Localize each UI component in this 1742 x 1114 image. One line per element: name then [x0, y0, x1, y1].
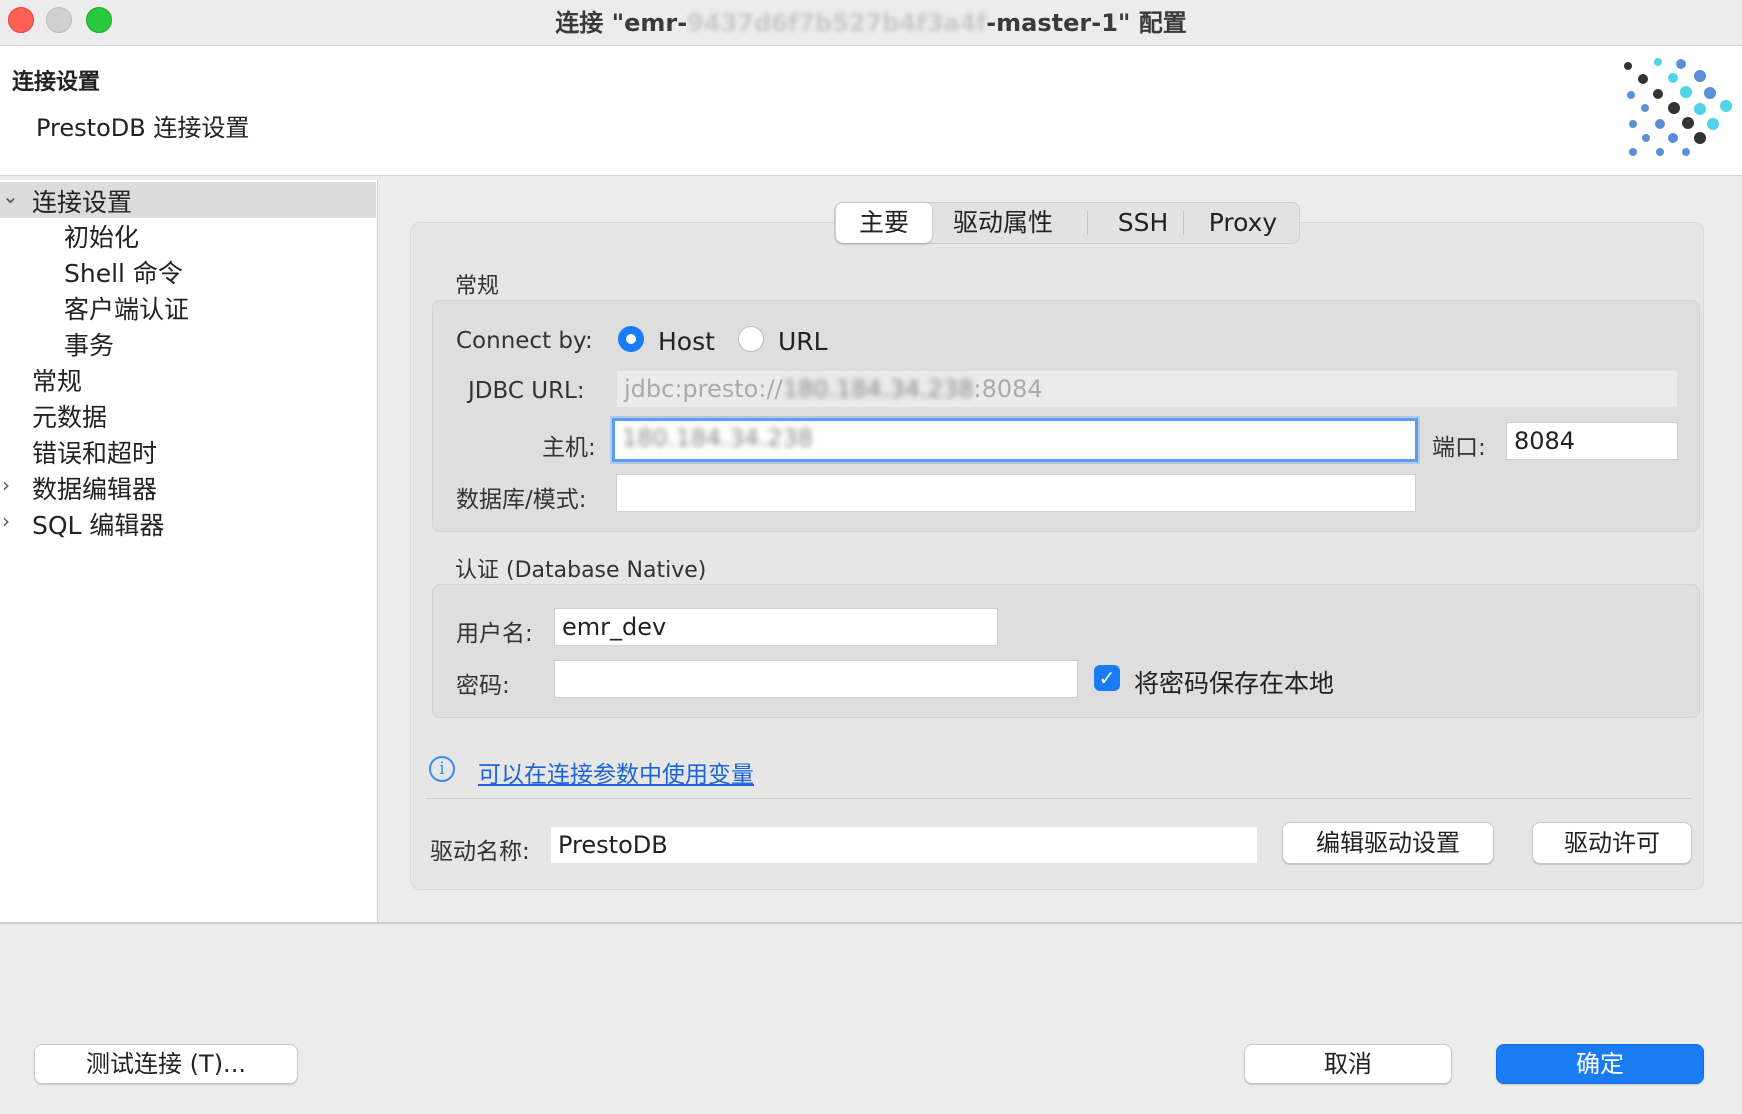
- sidebar-item-metadata[interactable]: 元数据: [32, 398, 107, 434]
- tab-main[interactable]: 主要: [836, 203, 932, 243]
- chevron-right-icon[interactable]: ›: [2, 473, 10, 497]
- jdbc-url-field: jdbc:presto://180.184.34.238:8084: [616, 370, 1678, 408]
- sidebar-item-client-auth[interactable]: 客户端认证: [64, 290, 189, 326]
- port-label: 端口:: [1432, 435, 1486, 461]
- username-label: 用户名:: [456, 621, 533, 647]
- save-password-label[interactable]: 将密码保存在本地: [1134, 664, 1334, 700]
- url-radio[interactable]: [738, 326, 764, 352]
- page-title: 连接设置: [12, 70, 101, 95]
- ok-button[interactable]: 确定: [1496, 1044, 1704, 1084]
- sidebar-item-shell-commands[interactable]: Shell 命令: [64, 254, 183, 290]
- tab-bar: 主要 驱动属性 SSH Proxy: [834, 202, 1300, 244]
- tab-separator: [1087, 211, 1088, 235]
- chevron-right-icon[interactable]: ›: [2, 509, 10, 533]
- sidebar-item-initialization[interactable]: 初始化: [64, 218, 139, 254]
- tab-driver-properties[interactable]: 驱动属性: [939, 203, 1067, 243]
- page-subtitle: PrestoDB 连接设置: [36, 114, 250, 142]
- database-schema-input[interactable]: [616, 474, 1416, 512]
- connect-by-label: Connect by:: [456, 328, 593, 354]
- auth-section-label: 认证 (Database Native): [455, 558, 707, 583]
- edit-driver-settings-button[interactable]: 编辑驱动设置: [1282, 822, 1494, 864]
- tab-ssh[interactable]: SSH: [1093, 203, 1193, 243]
- sidebar-item-transactions[interactable]: 事务: [64, 326, 114, 362]
- window-title: 连接 "emr-9437d6f7b527b4f3a4f-master-1" 配置: [555, 9, 1187, 37]
- sidebar-item-errors-timeouts[interactable]: 错误和超时: [32, 434, 157, 470]
- title-bar: 连接 "emr-9437d6f7b527b4f3a4f-master-1" 配置: [0, 0, 1742, 46]
- sidebar-item-label: 连接设置: [32, 188, 133, 217]
- url-radio-label[interactable]: URL: [778, 327, 828, 356]
- driver-name-field: PrestoDB: [550, 826, 1258, 864]
- dbeaver-logo-icon: [1624, 58, 1732, 156]
- divider: [426, 798, 1692, 799]
- password-label: 密码:: [456, 673, 510, 699]
- variables-help-link[interactable]: 可以在连接参数中使用变量: [478, 755, 754, 789]
- username-input[interactable]: emr_dev: [554, 608, 998, 646]
- settings-sidebar: ⌄ 连接设置 初始化 Shell 命令 客户端认证 事务 常规 元数据 错误和超…: [0, 180, 378, 922]
- database-schema-label: 数据库/模式:: [456, 487, 587, 513]
- sidebar-item-general[interactable]: 常规: [32, 362, 82, 398]
- host-input[interactable]: 180.184.34.238: [612, 418, 1418, 462]
- test-connection-button[interactable]: 测试连接 (T)...: [34, 1044, 298, 1084]
- host-radio[interactable]: [618, 326, 644, 352]
- tab-separator: [1183, 211, 1184, 235]
- sidebar-item-data-editor[interactable]: 数据编辑器: [32, 470, 157, 506]
- page-header: 连接设置 PrestoDB 连接设置: [0, 46, 1742, 176]
- general-section-label: 常规: [455, 274, 500, 299]
- host-radio-label[interactable]: Host: [658, 327, 715, 356]
- tab-proxy[interactable]: Proxy: [1189, 203, 1297, 243]
- cancel-button[interactable]: 取消: [1244, 1044, 1452, 1084]
- port-input[interactable]: 8084: [1506, 422, 1678, 460]
- password-input[interactable]: [554, 660, 1078, 698]
- info-icon: i: [429, 756, 455, 782]
- save-password-checkbox[interactable]: ✓: [1094, 665, 1120, 691]
- footer-divider: [0, 922, 1742, 924]
- host-label: 主机:: [542, 435, 596, 461]
- jdbc-url-label: JDBC URL:: [468, 378, 585, 404]
- sidebar-item-connection-settings[interactable]: ⌄ 连接设置: [0, 182, 376, 218]
- chevron-down-icon[interactable]: ⌄: [2, 184, 19, 208]
- driver-name-label: 驱动名称:: [430, 839, 530, 865]
- driver-license-button[interactable]: 驱动许可: [1532, 822, 1692, 864]
- sidebar-item-sql-editor[interactable]: SQL 编辑器: [32, 506, 164, 542]
